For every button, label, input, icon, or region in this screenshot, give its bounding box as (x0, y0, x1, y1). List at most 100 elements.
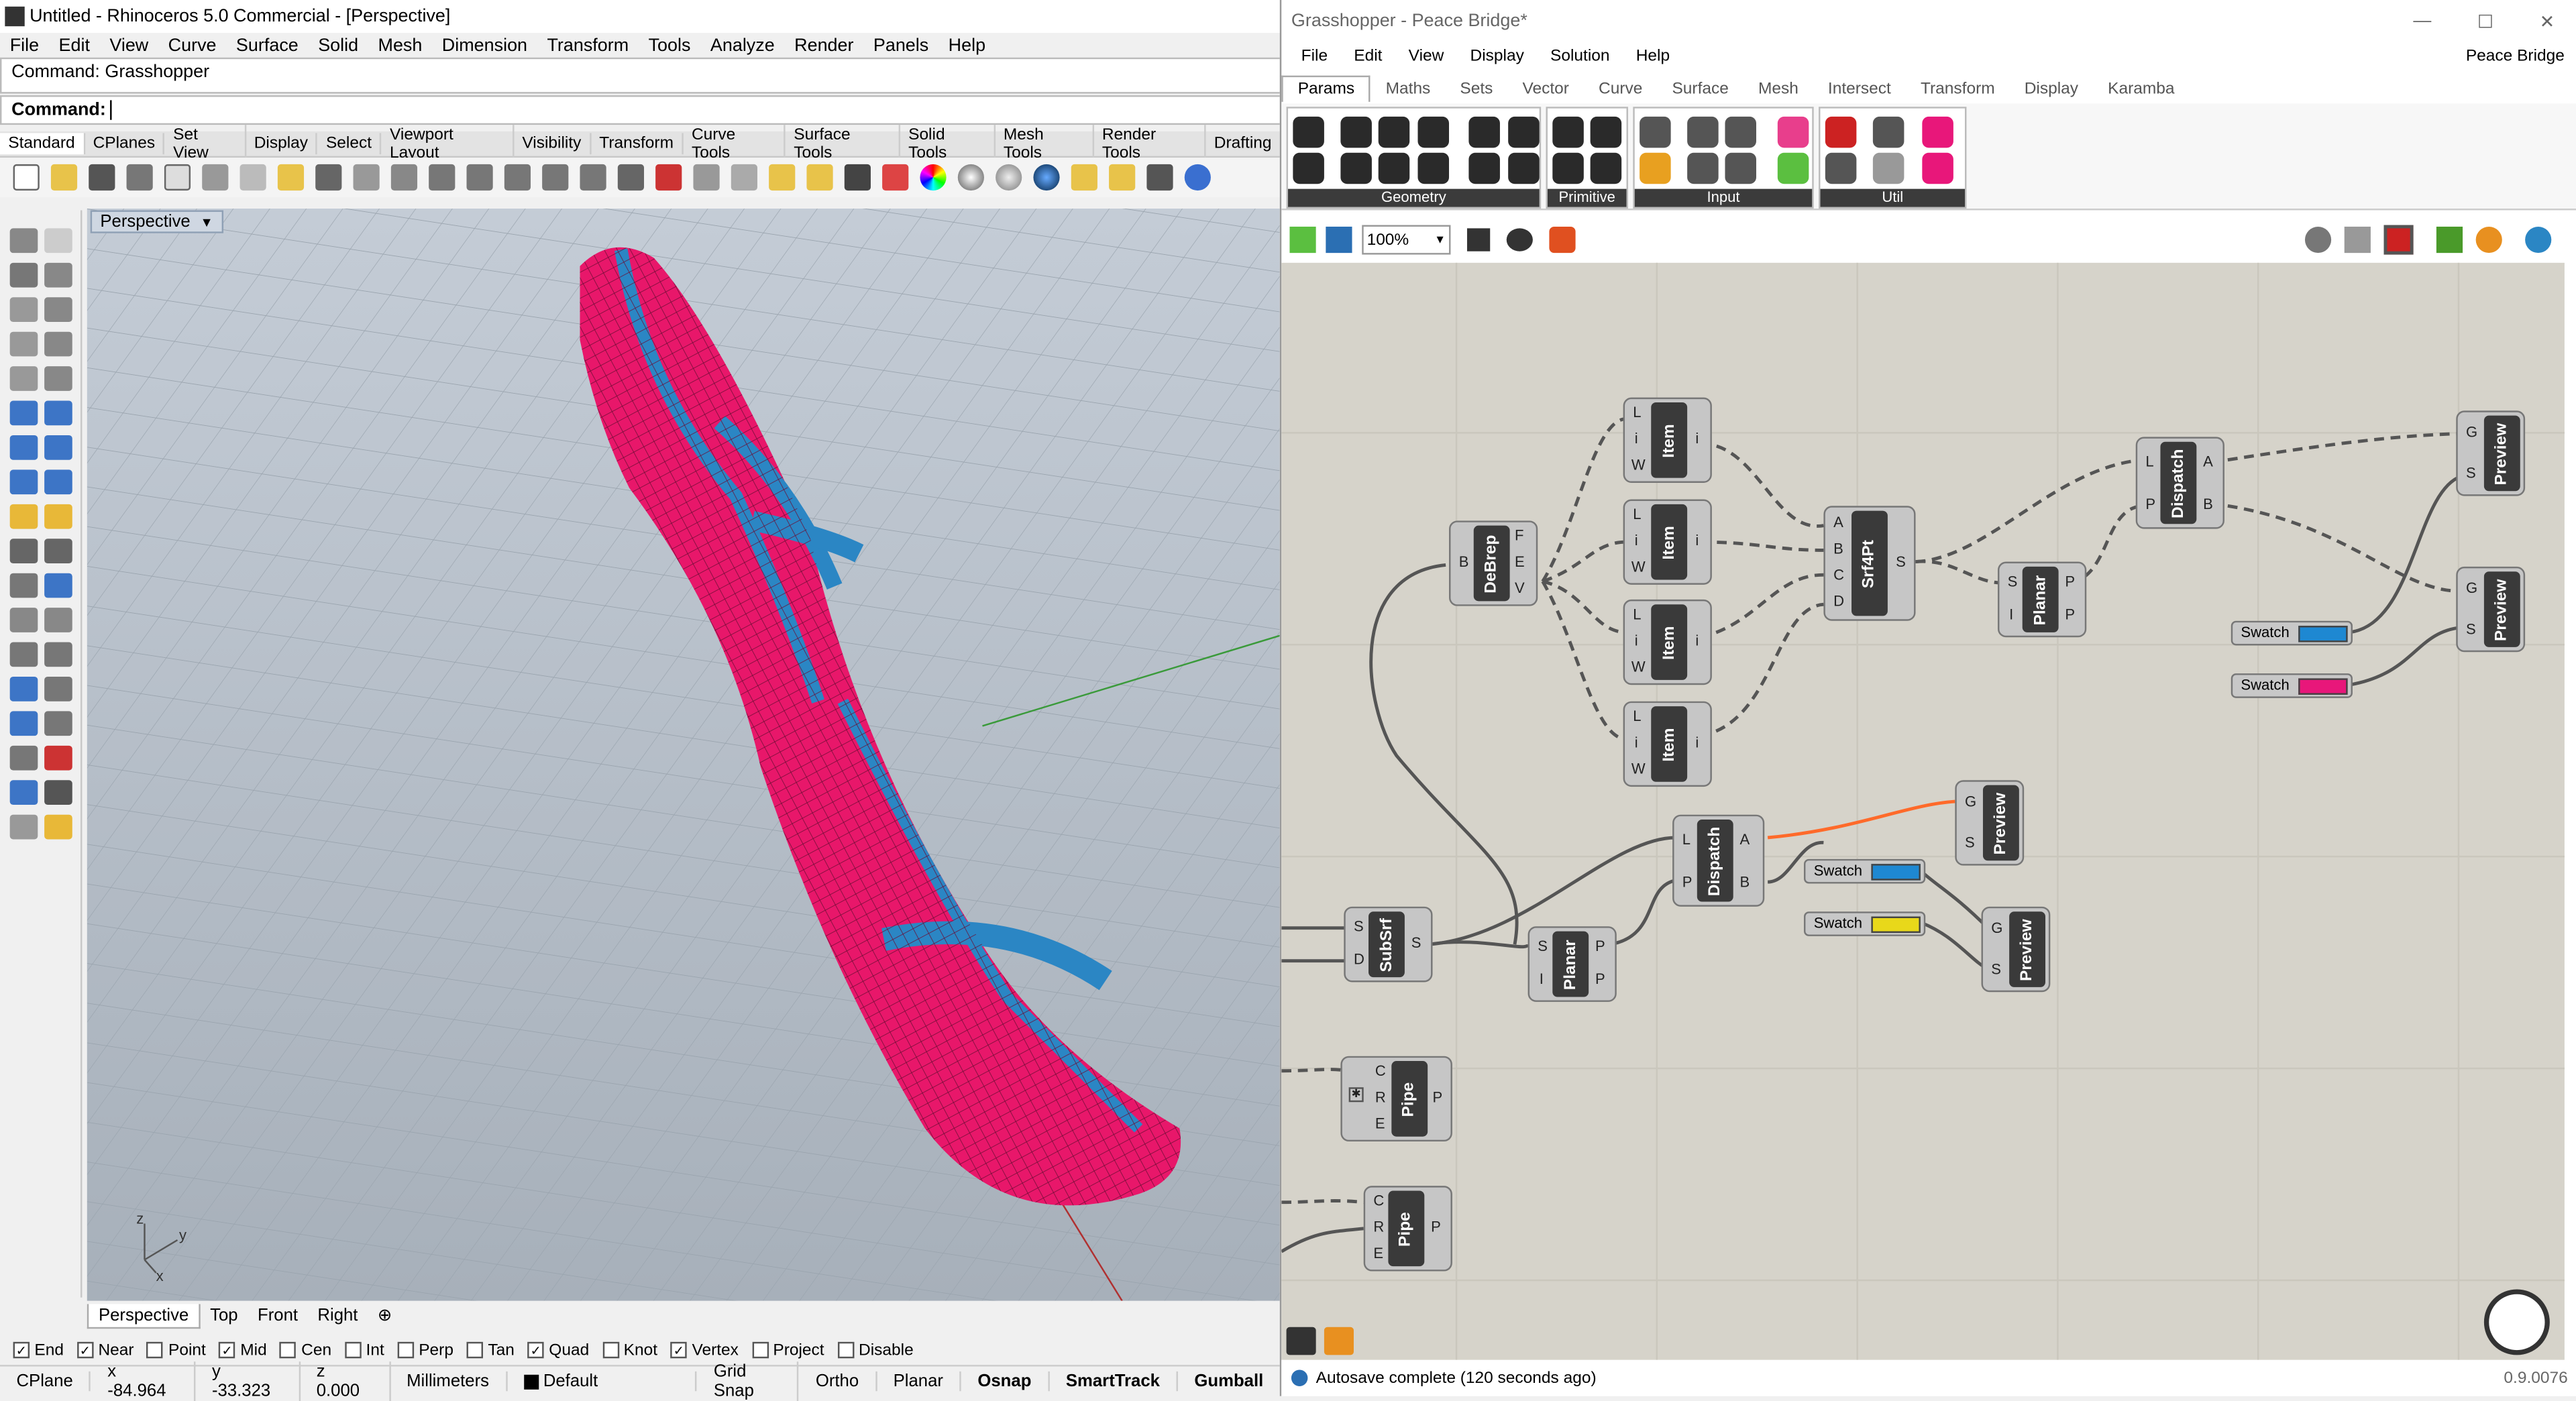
preview-wire-icon[interactable] (2304, 226, 2332, 254)
zoom-icon[interactable] (427, 164, 455, 191)
planar-toggle[interactable]: Planar (877, 1371, 961, 1392)
planar-output-p2[interactable]: P (2065, 606, 2075, 622)
rendered-sphere-icon[interactable] (994, 164, 1022, 191)
zoom-window-icon[interactable] (466, 164, 492, 191)
split-icon[interactable] (44, 539, 72, 564)
gear-icon[interactable] (1108, 164, 1135, 191)
gh-tab-maths[interactable]: Maths (1371, 76, 1446, 101)
gh-menu-help[interactable]: Help (1636, 48, 1670, 66)
item-input-w[interactable]: W (1631, 659, 1646, 675)
gh-tab-display[interactable]: Display (2010, 76, 2093, 101)
pipe-input-r[interactable]: R (1373, 1219, 1384, 1235)
cluster-icon[interactable] (1922, 116, 1953, 148)
item-input-w[interactable]: W (1631, 457, 1646, 473)
gh-menu-edit[interactable]: Edit (1354, 48, 1382, 66)
gh-menu-display[interactable]: Display (1470, 48, 1524, 66)
point-icon[interactable] (44, 228, 72, 254)
planar-output-p[interactable]: P (1595, 938, 1605, 954)
srf4pt-input-b[interactable]: B (1833, 541, 1843, 557)
open-folder-icon[interactable] (50, 164, 76, 191)
copy-icon[interactable] (239, 164, 266, 191)
number7-param-icon[interactable] (1552, 152, 1584, 184)
item-input-l[interactable]: L (1633, 708, 1641, 724)
join-icon[interactable] (9, 573, 38, 598)
preview-input-s[interactable]: S (1965, 834, 1975, 850)
dispatch-component[interactable]: L P Dispatch A B (2135, 437, 2224, 529)
preview-input-g[interactable]: G (2466, 579, 2477, 596)
osnap-knot-checkbox[interactable] (602, 1341, 619, 1359)
menu-render[interactable]: Render (794, 36, 853, 55)
surface-icon[interactable] (9, 400, 38, 426)
pan-icon[interactable] (352, 164, 379, 191)
pipe-input-e[interactable]: E (1375, 1115, 1385, 1131)
jump-arrow-icon[interactable] (1872, 116, 1904, 148)
lightbulb-icon[interactable] (806, 164, 833, 191)
swatch-blue[interactable]: Swatch (2231, 620, 2353, 646)
move-icon[interactable] (9, 608, 38, 632)
boolean-toggle-icon[interactable] (1640, 116, 1671, 148)
button-icon[interactable] (1687, 116, 1719, 148)
item-input-i[interactable]: i (1635, 632, 1638, 649)
grid-array-icon[interactable] (9, 745, 38, 771)
item-input-i[interactable]: i (1635, 734, 1638, 750)
preview-input-g[interactable]: G (2466, 424, 2477, 440)
menu-view[interactable]: View (109, 36, 148, 55)
brep-param-icon[interactable] (1340, 152, 1372, 184)
canvas-markup-icon[interactable] (1324, 1327, 1354, 1355)
options-icon[interactable] (1146, 164, 1173, 191)
analyze-icon[interactable] (44, 745, 72, 771)
planar-input-s[interactable]: S (1538, 938, 1548, 954)
lock-icon[interactable] (843, 164, 870, 191)
circle-icon[interactable] (9, 297, 38, 323)
data-dam-icon[interactable] (1825, 152, 1857, 184)
gh-menu-view[interactable]: View (1409, 48, 1444, 66)
osnap-toggle[interactable]: Osnap (961, 1371, 1050, 1392)
gh-menu-solution[interactable]: Solution (1550, 48, 1610, 66)
undo-icon[interactable] (314, 164, 341, 191)
gh-group-util-label[interactable]: Util (1820, 188, 1966, 207)
tab-standard[interactable]: Standard (0, 133, 85, 155)
pipe-param-icon[interactable]: ✱ (1348, 1087, 1364, 1103)
sphere-icon[interactable] (44, 435, 72, 460)
dispatch-input-p[interactable]: P (2145, 496, 2155, 512)
osnap-tan-checkbox[interactable] (466, 1341, 484, 1359)
print-icon[interactable] (125, 164, 152, 191)
pipe-input-r[interactable]: R (1375, 1089, 1386, 1105)
swatch-blue-2-color[interactable] (1871, 864, 1921, 881)
properties-icon[interactable] (163, 164, 190, 191)
preview-shaded-icon[interactable] (2383, 225, 2414, 255)
gh-group-primitive-label[interactable]: Primitive (1547, 188, 1627, 207)
navigation-dial-icon[interactable] (2483, 1289, 2550, 1355)
item-input-w[interactable]: W (1631, 559, 1646, 575)
menu-panels[interactable]: Panels (873, 36, 928, 55)
light-icon[interactable] (44, 814, 72, 840)
subsrf-output-s[interactable]: S (1411, 934, 1421, 950)
close-icon[interactable]: ✕ (2540, 11, 2555, 32)
menu-surface[interactable]: Surface (236, 36, 299, 55)
fillet-curve-icon[interactable] (44, 366, 72, 391)
planar-input-i[interactable]: I (1540, 970, 1544, 987)
help-icon[interactable] (1183, 164, 1210, 191)
loft-icon[interactable] (44, 400, 72, 426)
gh-tab-intersect[interactable]: Intersect (1813, 76, 1906, 101)
viewport-title[interactable]: Perspective ▼ (90, 210, 223, 233)
box-param-icon[interactable] (1468, 152, 1500, 184)
preview-component[interactable]: G S Preview (2456, 566, 2526, 653)
explode-icon[interactable] (9, 504, 38, 529)
pipe-output-p[interactable]: P (1433, 1089, 1443, 1105)
geometry-param-icon[interactable] (1293, 116, 1324, 148)
sketch-pen-icon[interactable] (1549, 226, 1576, 254)
swatch-yellow-color[interactable] (1871, 916, 1921, 934)
dispatch-input-l[interactable]: L (1682, 831, 1690, 847)
menu-file[interactable]: File (10, 36, 39, 55)
gh-group-input-label[interactable]: Input (1634, 188, 1813, 207)
preview-input-s[interactable]: S (2466, 465, 2476, 481)
rectangle-icon[interactable] (44, 331, 72, 357)
box-icon[interactable] (9, 435, 38, 460)
pipe-input-c[interactable]: C (1373, 1192, 1384, 1209)
subsrf-component[interactable]: S D SubSrf S (1344, 906, 1433, 983)
number-param-icon[interactable] (1552, 116, 1584, 148)
polyline-icon[interactable] (9, 262, 38, 288)
list-item-component[interactable]: LiW Item i (1623, 397, 1712, 484)
dispatch-output-a[interactable]: A (1739, 831, 1750, 847)
